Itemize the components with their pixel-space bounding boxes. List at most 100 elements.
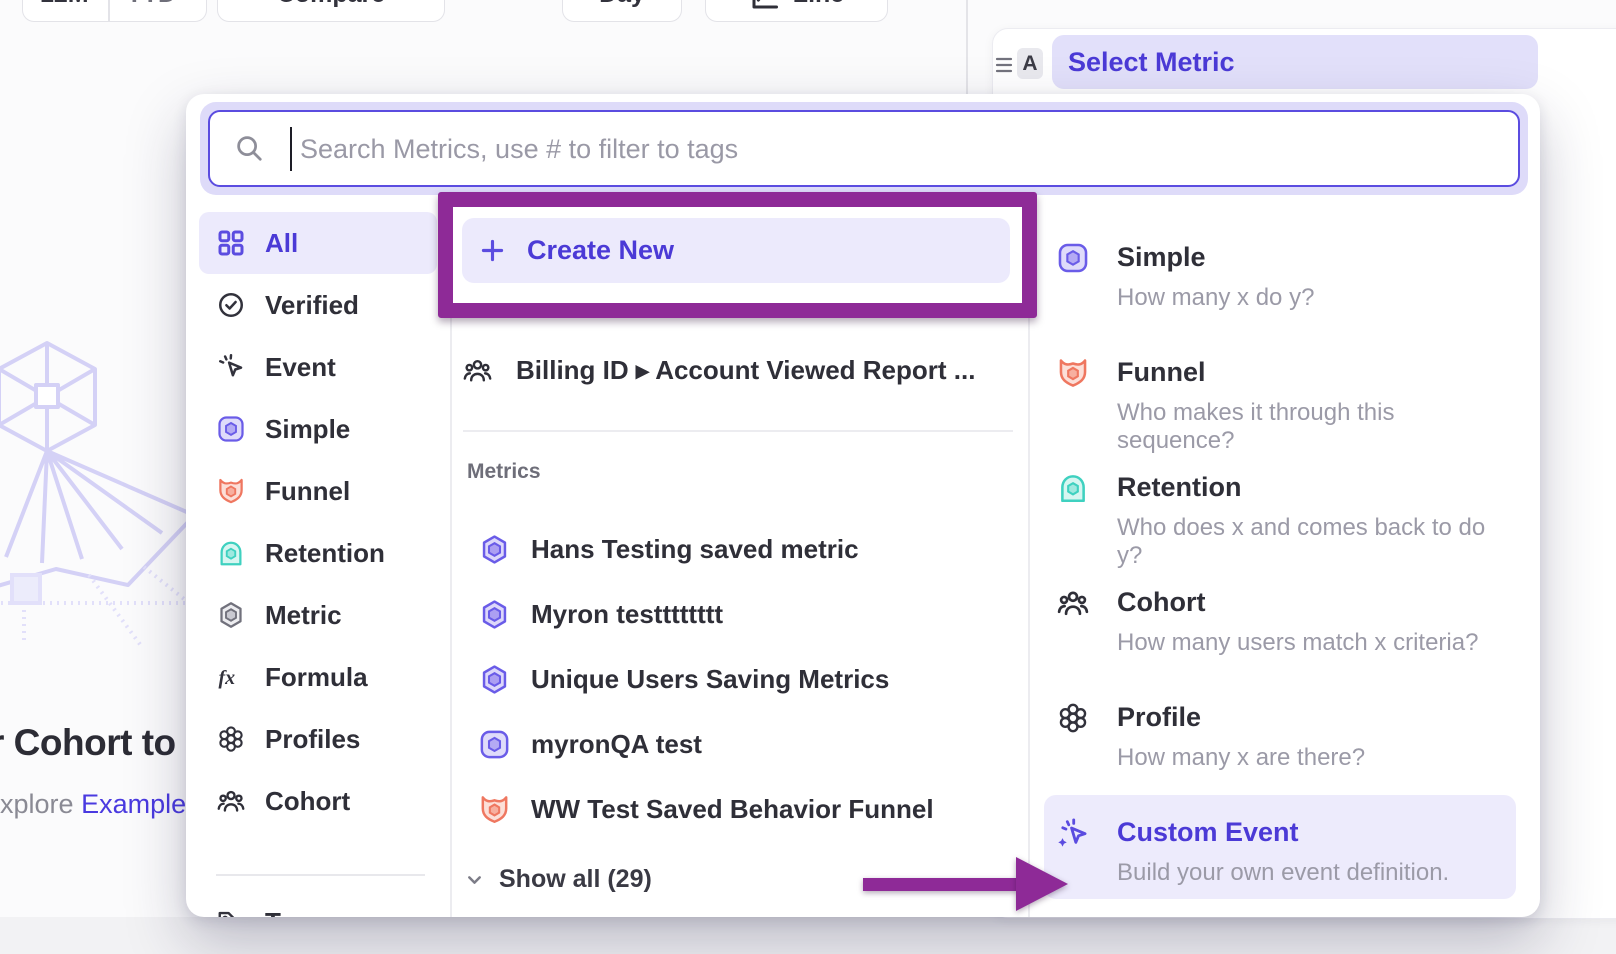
sidebar-item-label: Tags [265,907,324,917]
metric-item-hans-testing-saved-metric[interactable]: Hans Testing saved metric [462,517,1022,582]
simple-row[interactable]: Simple How many x do y? [1044,200,1516,315]
metric-type-description: Build your own event definition. [1117,859,1449,887]
select-metric-label: Select Metric [1068,47,1235,78]
funnel-row[interactable]: Funnel Who makes it through this sequenc… [1044,315,1516,430]
show-all-button[interactable]: Show all (29) [462,854,862,904]
metric-type-description: How many x do y? [1117,284,1314,312]
metric-item-myronqa-test[interactable]: myronQA test [462,712,1022,777]
annotation-arrow [863,878,1018,891]
time-range-ytd-label: YTD [126,0,176,9]
sidebar-item-label: Profiles [265,724,360,755]
metric-purple-icon [478,533,511,566]
custom-event-row[interactable]: Custom Event Build your own event defini… [1044,775,1516,890]
metric-type-title: Retention [1117,472,1242,503]
sidebar-item-metric[interactable]: Metric [199,584,437,646]
annotation-arrow-head-icon [1016,857,1068,911]
svg-text:fx: fx [219,667,236,689]
metric-type-title: Cohort [1117,587,1205,618]
search-icon [234,133,264,163]
formula-icon: fx [216,662,246,692]
metric-purple-icon [478,663,511,696]
metric-item-unique-users-saving-metrics[interactable]: Unique Users Saving Metrics [462,647,1022,712]
metric-type-description: How many users match x criteria? [1117,629,1478,657]
metric-item-label: myronQA test [531,729,702,760]
metric-type-title: Simple [1117,242,1206,273]
search-input[interactable] [298,118,1482,180]
sidebar-item-label: Cohort [265,786,350,817]
sidebar-item-all[interactable]: All [199,212,437,274]
search-box[interactable] [208,110,1520,187]
background-explore-line: xplore Example R [0,789,213,820]
verified-icon [216,290,246,320]
metric-item-ww-test-saved-behavior-funnel[interactable]: WW Test Saved Behavior Funnel [462,777,1022,842]
show-all-label: Show all (29) [499,865,652,894]
funnel-icon [478,793,511,826]
segment-divider [108,0,110,22]
metric-item-myron-testttttttt[interactable]: Myron testttttttt [462,582,1022,647]
sidebar-item-event[interactable]: Event [199,336,437,398]
recent-item[interactable]: Billing ID ▸ Account Viewed Report ... [462,342,1010,398]
tag-icon [216,908,246,918]
time-range-12m[interactable]: 12M [40,0,89,22]
simple-icon [1056,241,1090,275]
recent-item-label: Billing ID ▸ Account Viewed Report ... [516,355,975,386]
drag-handle-icon[interactable] [995,55,1013,75]
app-screen: 12M YTD Compare Day Line A Sele [0,0,1616,954]
simple-icon [216,414,246,444]
metric-item-label: Myron testttttttt [531,599,723,630]
sidebar-item-label: Metric [265,600,342,631]
sidebar-item-funnel[interactable]: Funnel [199,460,437,522]
metrics-section-label: Metrics [467,460,541,484]
sidebar-item-label: Verified [265,290,359,321]
caret-down-icon [184,0,202,3]
metric-item-label: Unique Users Saving Metrics [531,664,889,695]
recents-divider [463,430,1013,432]
interval-button-label: Day [599,0,645,9]
sidebar-item-label: Retention [265,538,385,569]
picker-sidebar: All Verified Event Simple Funnel Retenti… [199,212,437,917]
sidebar-item-label: Formula [265,662,368,693]
series-a-badge: A [1017,48,1043,79]
sidebar-item-tags[interactable]: Tags [199,892,437,918]
compare-button-label: Compare [277,0,385,9]
text-caret [290,127,292,171]
compare-button[interactable]: Compare [217,0,445,22]
metric-icon [216,600,246,630]
metric-type-title: Custom Event [1117,817,1299,848]
chart-type-button-label: Line [793,0,844,9]
sidebar-item-label: Funnel [265,476,350,507]
cohort-icon [462,355,493,386]
profiles-icon [216,724,246,754]
bottom-band [0,917,1616,954]
grid-icon [216,228,246,258]
sidebar-item-simple[interactable]: Simple [199,398,437,460]
select-metric-button[interactable]: Select Metric [1052,35,1538,89]
funnel-icon [1056,356,1090,390]
sidebar-item-retention[interactable]: Retention [199,522,437,584]
sidebar-item-formula[interactable]: fx Formula [199,646,437,708]
metric-item-label: Hans Testing saved metric [531,534,859,565]
interval-button[interactable]: Day [562,0,682,22]
time-range-ytd[interactable]: YTD [126,0,202,22]
metric-item-label: WW Test Saved Behavior Funnel [531,794,934,825]
sidebar-item-cohort[interactable]: Cohort [199,770,437,832]
metric-types-list: Simple How many x do y? Funnel Who makes… [1044,200,1516,890]
sidebar-item-label: Simple [265,414,350,445]
metric-type-title: Funnel [1117,357,1206,388]
sidebar-item-label: Event [265,352,336,383]
sidebar-divider [216,874,425,876]
saved-metrics-list: Hans Testing saved metric Myron testtttt… [462,517,1022,842]
cohort-row[interactable]: Cohort How many users match x criteria? [1044,545,1516,660]
sidebar-item-verified[interactable]: Verified [199,274,437,336]
retention-row[interactable]: Retention Who does x and comes back to d… [1044,430,1516,545]
retention-icon [216,538,246,568]
profile-row[interactable]: Profile How many x are there? [1044,660,1516,775]
wireframe-illustration [0,335,194,655]
explore-text-fragment: xplore [0,789,74,819]
sidebar-item-label: All [265,228,298,259]
sidebar-item-profiles[interactable]: Profiles [199,708,437,770]
funnel-icon [216,476,246,506]
chart-type-button[interactable]: Line [705,0,888,22]
retention-icon [1056,471,1090,505]
simple-icon [478,728,511,761]
